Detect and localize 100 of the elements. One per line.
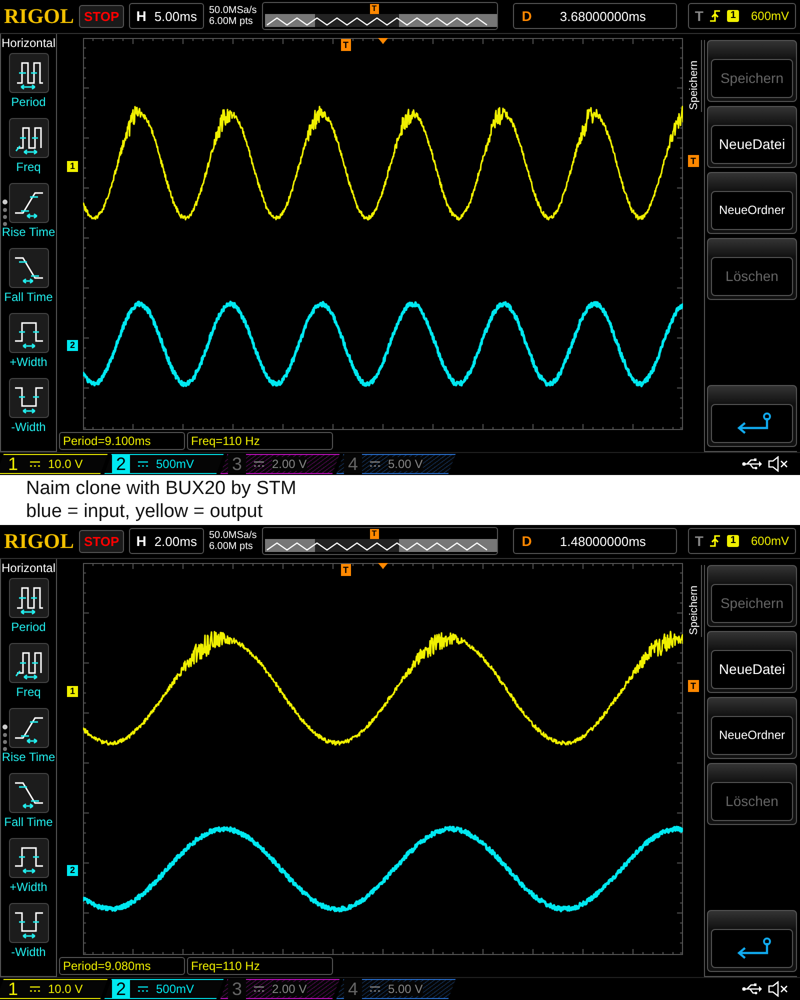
channel-tab[interactable]: 2 500mV bbox=[104, 454, 224, 474]
back-button[interactable] bbox=[707, 910, 797, 972]
measure-button[interactable]: Fall Time bbox=[4, 248, 53, 311]
trigger-position-marker: T bbox=[341, 564, 350, 576]
trigger-level: 600mV bbox=[750, 9, 789, 24]
measure-button[interactable]: Freq bbox=[8, 118, 48, 181]
trigger-label: T bbox=[694, 533, 704, 550]
trigger-marker: T bbox=[370, 4, 379, 14]
period-icon bbox=[8, 578, 48, 618]
trigger-box[interactable]: T 1 600mV bbox=[688, 3, 796, 30]
delay-label: D bbox=[522, 8, 532, 24]
rise-time-icon bbox=[8, 708, 48, 748]
trigger-level: 600mV bbox=[750, 534, 789, 548]
measure-button[interactable]: Fall Time bbox=[4, 772, 53, 836]
dc-coupling-icon bbox=[254, 461, 264, 468]
dc-coupling-icon bbox=[370, 986, 380, 992]
measure-button[interactable]: Period bbox=[8, 52, 48, 116]
brand-logo: RIGOL bbox=[4, 4, 74, 29]
measure-button[interactable]: -Width bbox=[8, 378, 48, 441]
run-stop-button[interactable]: STOP bbox=[79, 530, 124, 553]
channel-tab[interactable]: 2 500mV bbox=[104, 979, 224, 1000]
rising-edge-icon bbox=[709, 9, 722, 24]
period-icon bbox=[8, 52, 48, 93]
delay-label: D bbox=[522, 533, 532, 550]
trigger-source: 1 bbox=[727, 535, 739, 548]
channel-tab[interactable]: 1 10.0 V bbox=[0, 454, 108, 474]
trigger-marker: T bbox=[370, 529, 379, 540]
page-dots-icon bbox=[2, 724, 8, 752]
dc-coupling-icon bbox=[254, 986, 264, 992]
channel-tab[interactable]: 4 5.00 V bbox=[336, 454, 456, 474]
brand-logo: RIGOL bbox=[4, 528, 74, 554]
delay-value: 1.48000000ms bbox=[560, 534, 646, 549]
mute-icon bbox=[768, 981, 788, 998]
softkey-button[interactable]: NeueOrdner bbox=[707, 696, 797, 759]
timebase-label: H bbox=[136, 533, 146, 550]
measurement-readout: Freq=110 Hz bbox=[187, 432, 333, 450]
dc-coupling-icon bbox=[30, 461, 40, 468]
sample-rate: 50.0MSa/s bbox=[208, 5, 257, 16]
timebase-value: 2.00ms bbox=[154, 534, 197, 549]
timebase-box[interactable]: H 5.00ms bbox=[129, 3, 204, 30]
dc-coupling-icon bbox=[138, 461, 148, 468]
fall-time-icon bbox=[8, 772, 48, 813]
dc-coupling-icon bbox=[30, 986, 40, 992]
channel-marker: 1 bbox=[67, 686, 78, 697]
measure-button[interactable]: Rise Time bbox=[2, 708, 56, 771]
channel-marker: 2 bbox=[67, 864, 78, 876]
measure-button[interactable]: +Width bbox=[8, 838, 48, 901]
back-button[interactable] bbox=[707, 385, 797, 448]
positive-width-icon bbox=[8, 838, 48, 878]
measurement-readout: Freq=110 Hz bbox=[187, 956, 333, 975]
page-dots-icon bbox=[2, 198, 8, 227]
trigger-label: T bbox=[694, 8, 704, 24]
softkey-button[interactable]: NeueDatei bbox=[707, 106, 797, 168]
positive-width-icon bbox=[8, 312, 48, 353]
menu-tab[interactable]: Speichern bbox=[687, 564, 702, 637]
menu-tab[interactable]: Speichern bbox=[687, 40, 702, 112]
measure-button[interactable]: Rise Time bbox=[2, 182, 56, 246]
caption-text: blue = input, yellow = output bbox=[26, 500, 264, 523]
timebase-box[interactable]: H 2.00ms bbox=[129, 528, 204, 554]
delay-box[interactable]: D 1.48000000ms bbox=[512, 528, 677, 554]
trigger-position-marker: T bbox=[341, 38, 350, 51]
usb-icon bbox=[742, 458, 762, 470]
channel-marker: 2 bbox=[67, 340, 78, 351]
menu-title: Horizontal bbox=[1, 36, 56, 50]
softkey-button[interactable]: NeueOrdner bbox=[707, 172, 797, 234]
negative-width-icon bbox=[8, 378, 48, 418]
channel-marker: 1 bbox=[67, 160, 78, 172]
delay-box[interactable]: D 3.68000000ms bbox=[512, 3, 677, 30]
rising-edge-icon bbox=[709, 534, 722, 548]
delay-value: 3.68000000ms bbox=[560, 8, 646, 24]
measure-button[interactable]: -Width bbox=[8, 902, 48, 966]
timebase-value: 5.00ms bbox=[154, 8, 197, 24]
measurement-readout: Period=9.100ms bbox=[59, 432, 185, 450]
menu-title: Horizontal bbox=[1, 560, 56, 575]
sample-rate: 50.0MSa/s bbox=[208, 530, 257, 542]
waveform-overview-icon bbox=[264, 539, 497, 552]
run-stop-button[interactable]: STOP bbox=[79, 4, 124, 28]
channel-tab[interactable]: 4 5.00 V bbox=[336, 979, 456, 1000]
memory-depth: 6.00M pts bbox=[208, 16, 254, 28]
usb-icon bbox=[742, 983, 762, 996]
channel-tab[interactable]: 3 2.00 V bbox=[220, 979, 340, 1000]
dc-coupling-icon bbox=[370, 461, 380, 468]
trigger-box[interactable]: T 1 600mV bbox=[688, 528, 796, 554]
measurement-readout: Period=9.080ms bbox=[59, 956, 185, 975]
caption-text: Naim clone with BUX20 by STM bbox=[26, 477, 298, 500]
measure-button[interactable]: +Width bbox=[8, 312, 48, 376]
negative-width-icon bbox=[8, 902, 48, 943]
channel-tab[interactable]: 3 2.00 V bbox=[220, 454, 340, 474]
dc-coupling-icon bbox=[138, 986, 148, 992]
measure-button[interactable]: Freq bbox=[8, 642, 48, 706]
channel-tab[interactable]: 1 10.0 V bbox=[0, 979, 108, 1000]
softkey-button[interactable]: NeueDatei bbox=[707, 630, 797, 693]
memory-depth: 6.00M pts bbox=[208, 541, 254, 552]
measure-button[interactable]: Period bbox=[8, 578, 48, 641]
mute-icon bbox=[768, 456, 788, 472]
trigger-source: 1 bbox=[727, 10, 739, 22]
frequency-icon bbox=[8, 642, 48, 683]
trigger-offset-icon bbox=[378, 562, 388, 569]
frequency-icon bbox=[8, 118, 48, 158]
rise-time-icon bbox=[8, 182, 48, 223]
